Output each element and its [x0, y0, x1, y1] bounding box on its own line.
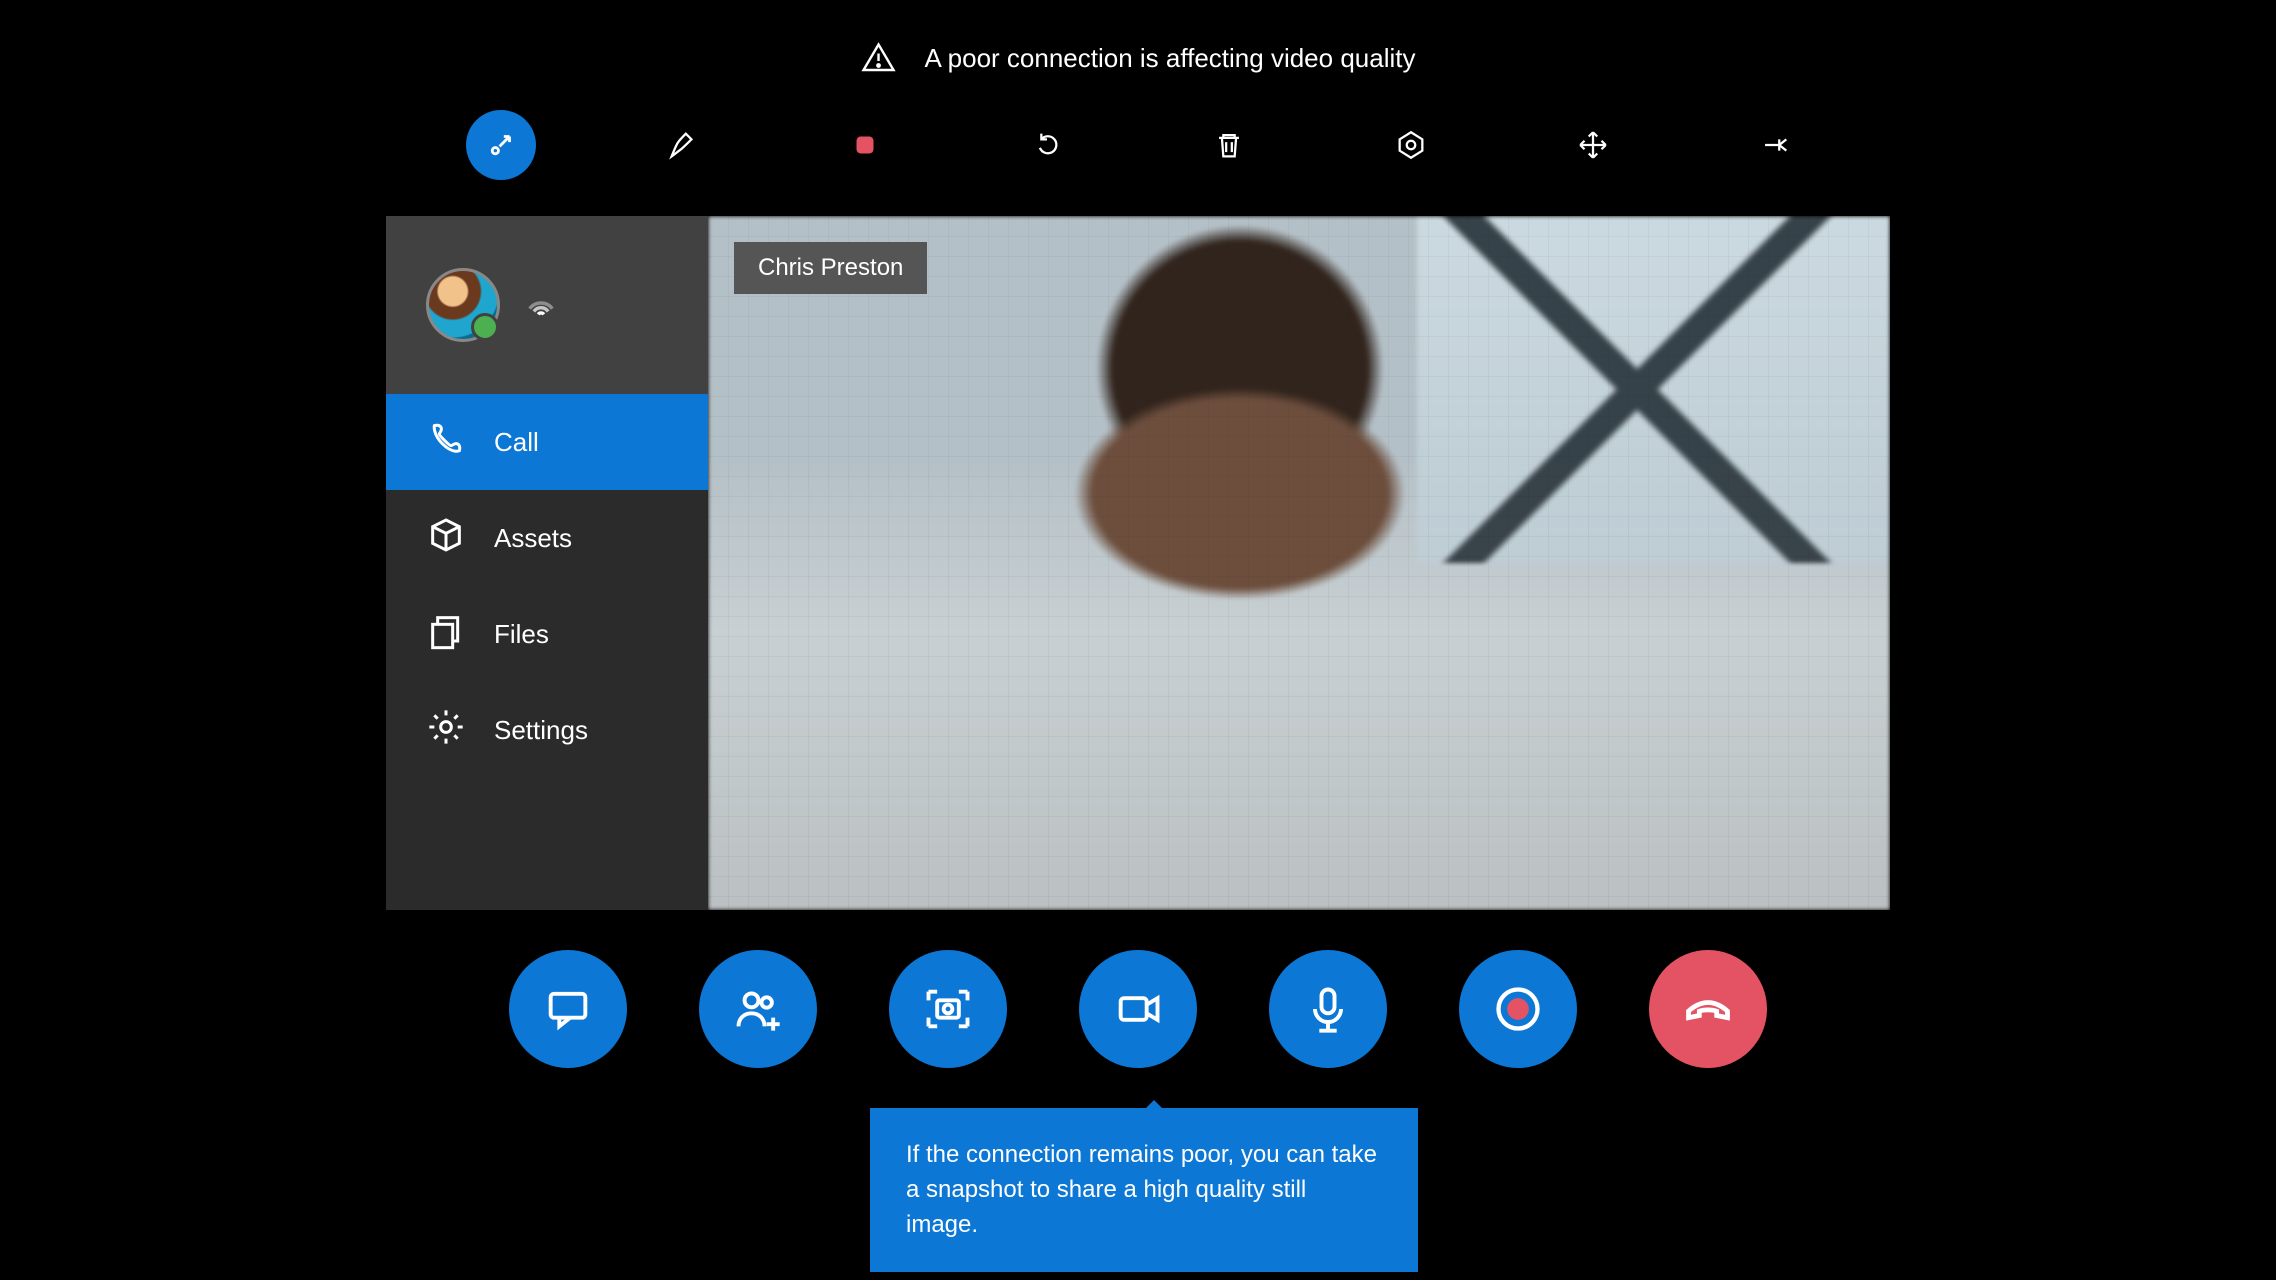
sidebar-item-label: Settings — [494, 715, 588, 746]
files-icon — [426, 611, 466, 658]
sidebar-nav: Call Assets Files — [386, 394, 708, 778]
stop-record-button[interactable] — [830, 110, 900, 180]
pin-tool-button[interactable] — [1740, 110, 1810, 180]
sidebar-item-label: Assets — [494, 523, 572, 554]
video-pixelation-overlay — [708, 216, 1890, 910]
warning-icon — [861, 40, 897, 76]
microphone-toggle-button[interactable] — [1269, 950, 1387, 1068]
pointer-tool-button[interactable] — [466, 110, 536, 180]
app-window: Call Assets Files — [386, 216, 1890, 910]
annotation-toolbar — [466, 110, 1810, 180]
call-action-bar — [509, 950, 1767, 1068]
app-stage: A poor connection is affecting video qua… — [0, 0, 2276, 1280]
wifi-icon — [524, 286, 558, 325]
sidebar-item-label: Call — [494, 427, 539, 458]
sidebar-item-call[interactable]: Call — [386, 394, 708, 490]
snapshot-tooltip: If the connection remains poor, you can … — [870, 1108, 1418, 1272]
pen-tool-button[interactable] — [648, 110, 718, 180]
sidebar-item-assets[interactable]: Assets — [386, 490, 708, 586]
video-area: Chris Preston — [708, 216, 1890, 910]
participant-name-chip: Chris Preston — [734, 242, 927, 294]
move-tool-button[interactable] — [1558, 110, 1628, 180]
sidebar-item-files[interactable]: Files — [386, 586, 708, 682]
cube-icon — [426, 515, 466, 562]
undo-button[interactable] — [1012, 110, 1082, 180]
profile-area — [386, 216, 708, 394]
connection-warning-text: A poor connection is affecting video qua… — [925, 43, 1416, 74]
sidebar-item-label: Files — [494, 619, 549, 650]
sidebar: Call Assets Files — [386, 216, 708, 910]
reticle-tool-button[interactable] — [1376, 110, 1446, 180]
connection-warning-banner: A poor connection is affecting video qua… — [861, 40, 1416, 76]
sidebar-item-settings[interactable]: Settings — [386, 682, 708, 778]
add-participant-button[interactable] — [699, 950, 817, 1068]
delete-button[interactable] — [1194, 110, 1264, 180]
snapshot-button[interactable] — [889, 950, 1007, 1068]
gear-icon — [426, 707, 466, 754]
chat-button[interactable] — [509, 950, 627, 1068]
record-button[interactable] — [1459, 950, 1577, 1068]
avatar[interactable] — [426, 268, 500, 342]
hang-up-button[interactable] — [1649, 950, 1767, 1068]
phone-icon — [426, 419, 466, 466]
camera-toggle-button[interactable] — [1079, 950, 1197, 1068]
